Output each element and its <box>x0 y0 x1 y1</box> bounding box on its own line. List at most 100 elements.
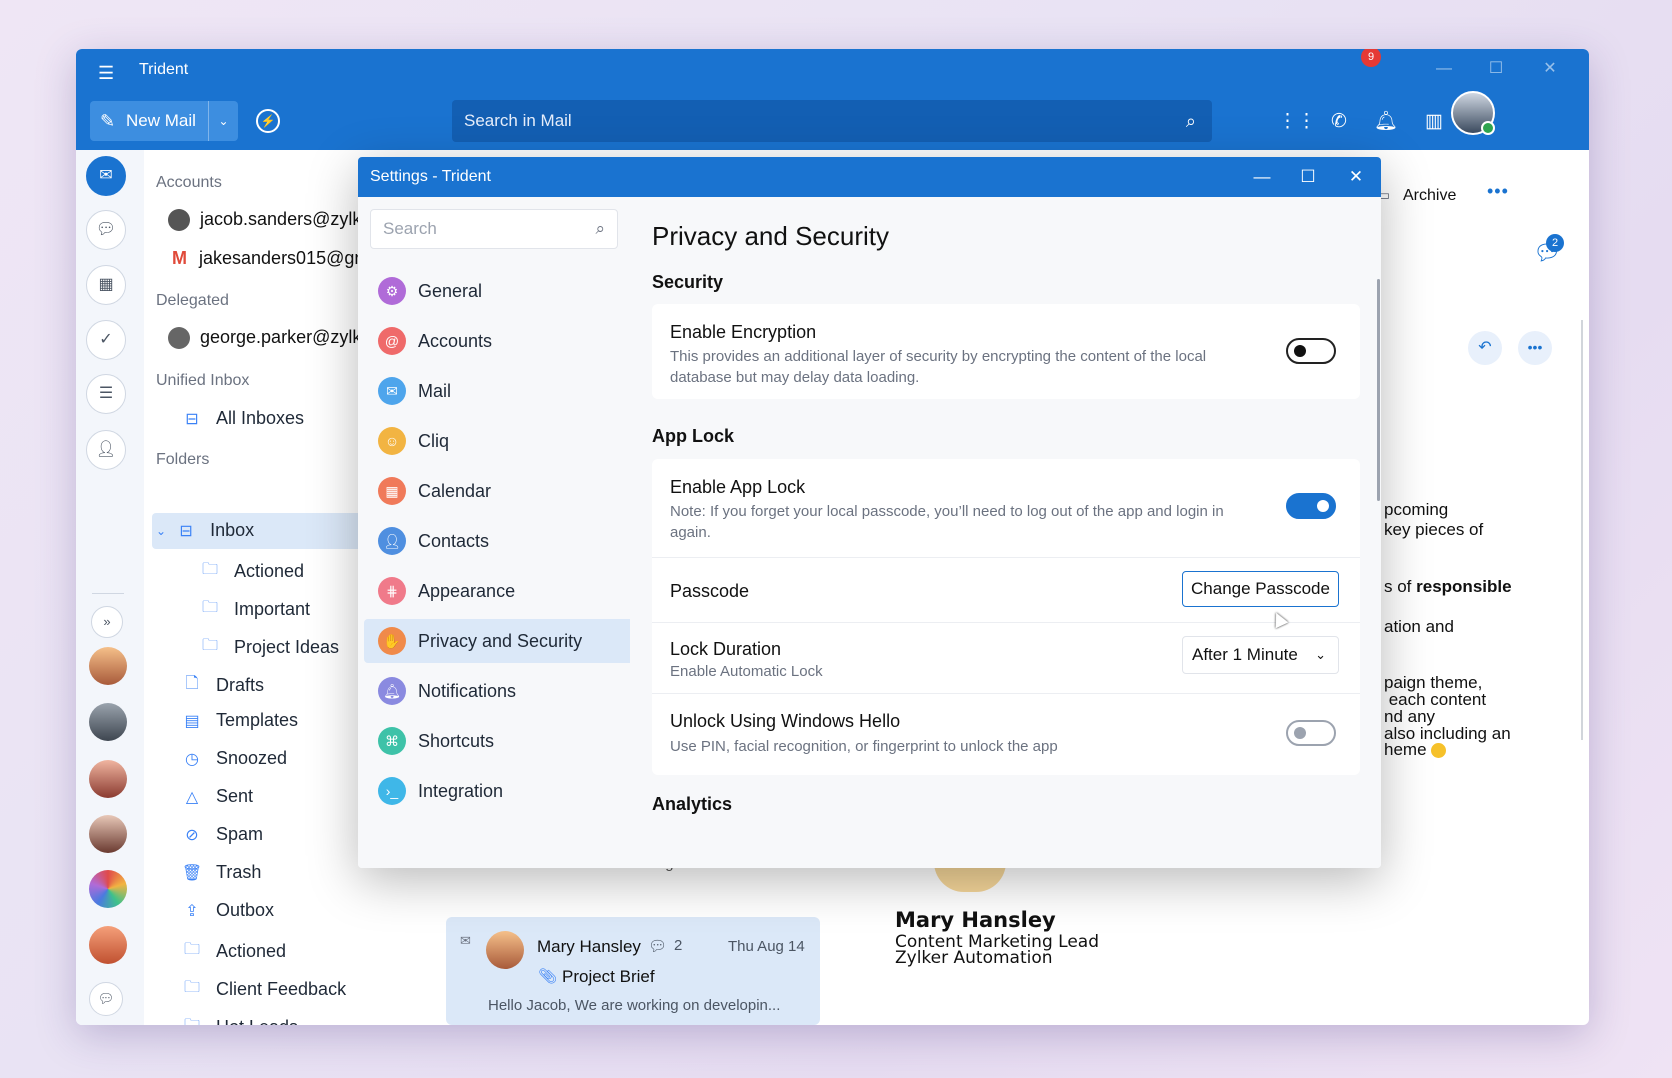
folder-label: Client Feedback <box>216 979 347 999</box>
mail-icon[interactable]: ✉ <box>86 156 126 196</box>
folder-icon: 🗀︎ <box>183 941 200 958</box>
app-lock-card: Enable App Lock Note: If you forget your… <box>652 459 1360 775</box>
avatar[interactable] <box>89 926 127 964</box>
chat-icon: ☺ <box>378 427 406 455</box>
folder-item[interactable]: 🗀︎ Important <box>198 596 310 623</box>
divider <box>652 622 1360 623</box>
nav-item-integration[interactable]: ›_ Integration <box>364 769 634 813</box>
bell-icon[interactable]: 🔔︎ <box>1373 109 1399 135</box>
encryption-toggle[interactable] <box>1286 338 1336 364</box>
chat-badge: 2 <box>1546 234 1564 252</box>
avatar[interactable] <box>89 815 127 853</box>
maximize-icon[interactable]: ☐ <box>1479 55 1513 83</box>
folder-item-inbox[interactable]: ⌄ ⊟ Inbox <box>156 520 254 541</box>
bolt-icon[interactable]: ⚡ <box>256 109 280 133</box>
folder-label: Spam <box>216 824 264 844</box>
reply-icon[interactable]: ↶ <box>1468 331 1502 365</box>
nav-label: Shortcuts <box>418 730 495 751</box>
settings-content: Privacy and Security Security Enable Enc… <box>630 197 1381 868</box>
account-item[interactable]: george.parker@zylk <box>168 327 361 350</box>
reading-scrollbar[interactable] <box>1581 320 1583 740</box>
notes-icon[interactable]: ☰ <box>86 374 126 414</box>
nav-item-contacts[interactable]: 👤︎ Contacts <box>364 519 634 563</box>
maximize-icon[interactable]: ☐ <box>1285 157 1331 197</box>
folder-label: Important <box>234 599 311 619</box>
folder-item[interactable]: 🗋︎ Drafts <box>180 672 264 699</box>
account-item[interactable]: jacob.sanders@zylk <box>168 209 361 232</box>
minimize-icon[interactable]: — <box>1427 55 1461 83</box>
nav-item-notifications[interactable]: 🔔︎ Notifications <box>364 669 634 713</box>
compose-icon: ✎ <box>100 110 116 131</box>
folder-item[interactable]: 🗀︎ Actioned <box>198 558 304 585</box>
mail-icon: ✉ <box>378 377 406 405</box>
more-options-icon[interactable]: ••• <box>1487 181 1509 202</box>
folder-item[interactable]: 🗀︎ Client Feedback <box>180 976 346 1003</box>
folder-item[interactable]: ◷ Snoozed <box>180 748 287 769</box>
inbox-icon: ⊟ <box>179 522 193 540</box>
avatar[interactable] <box>89 870 127 908</box>
chevron-down-icon: ⌄ <box>1315 647 1326 662</box>
avatar[interactable] <box>89 760 127 798</box>
folder-item[interactable]: ▤ Templates <box>180 710 298 731</box>
close-icon[interactable]: ✕ <box>1533 55 1567 83</box>
setting-title: Enable Encryption <box>670 322 817 342</box>
windows-hello-toggle[interactable] <box>1286 720 1336 746</box>
minimize-icon[interactable]: — <box>1239 157 1285 197</box>
settings-scrollbar[interactable] <box>1377 279 1380 501</box>
nav-item-cliq[interactable]: ☺ Cliq <box>364 419 634 463</box>
phone-icon[interactable]: ✆ <box>1326 109 1352 135</box>
search-input[interactable]: Search in Mail ⌕ <box>452 100 1212 142</box>
avatar[interactable] <box>89 647 127 685</box>
folders-heading: Folders <box>156 451 210 468</box>
new-mail-button[interactable]: ✎ New Mail ⌄ <box>90 101 238 141</box>
lock-duration-select[interactable]: After 1 Minute ⌄ <box>1182 636 1339 674</box>
settings-window-title: Settings - Trident <box>370 168 491 185</box>
folder-item[interactable]: 🗑︎ Trash <box>180 862 262 883</box>
expand-icon[interactable]: » <box>91 606 123 638</box>
folder-item[interactable]: ⇪ Outbox <box>180 900 274 921</box>
folder-item[interactable]: 🗀︎ Hot Leads <box>180 1014 298 1025</box>
attachment-icon: 📎︎ <box>538 968 558 985</box>
nav-item-shortcuts[interactable]: ⌘ Shortcuts <box>364 719 634 763</box>
menu-icon[interactable]: ☰ <box>98 63 120 83</box>
change-passcode-button[interactable]: Change Passcode <box>1182 571 1339 607</box>
settings-search-input[interactable]: Search ⌕ <box>370 209 618 249</box>
feedback-icon[interactable]: 💬︎ <box>89 982 123 1016</box>
chevron-down-icon[interactable]: ⌄ <box>208 101 238 141</box>
folder-item[interactable]: △ Sent <box>180 786 253 807</box>
folder-icon: 🗀︎ <box>183 979 200 996</box>
close-icon[interactable]: ✕ <box>1333 157 1379 197</box>
mail-list-item[interactable]: ✉ Mary Hansley 💬︎ 2 Thu Aug 14 📎︎ Projec… <box>446 917 820 1025</box>
contacts-icon[interactable]: 👤︎ <box>86 430 126 470</box>
nav-label: Mail <box>418 380 452 401</box>
nav-item-privacy-security[interactable]: ✋ Privacy and Security <box>364 619 634 663</box>
nav-item-appearance[interactable]: ⋕ Appearance <box>364 569 634 613</box>
avatar[interactable] <box>89 703 127 741</box>
apps-grid-icon[interactable]: ⋮⋮ <box>1278 109 1316 135</box>
nav-item-calendar[interactable]: ▦ Calendar <box>364 469 634 513</box>
chevron-down-icon[interactable]: ⌄ <box>156 524 166 538</box>
setting-title: Unlock Using Windows Hello <box>670 711 901 731</box>
all-inboxes-item[interactable]: ⊟ All Inboxes <box>180 408 304 429</box>
folder-item[interactable]: ⊘ Spam <box>180 824 263 845</box>
archive-button[interactable]: Archive <box>1403 187 1456 205</box>
nav-item-general[interactable]: ⚙ General <box>364 269 634 313</box>
nav-item-accounts[interactable]: @ Accounts <box>364 319 634 363</box>
calendar-icon[interactable]: ▦ <box>86 265 126 305</box>
nav-item-mail[interactable]: ✉ Mail <box>364 369 634 413</box>
search-icon[interactable]: ⌕ <box>1186 100 1196 142</box>
panel-icon[interactable]: ▥ <box>1421 109 1447 135</box>
more-options-icon[interactable]: ••• <box>1518 331 1552 365</box>
folder-item[interactable]: 🗀︎ Actioned <box>180 938 286 965</box>
folder-item[interactable]: 🗀︎ Project Ideas <box>198 634 339 661</box>
avatar[interactable] <box>1451 91 1495 135</box>
folder-icon: 🗀︎ <box>201 637 218 654</box>
app-lock-toggle[interactable] <box>1286 493 1336 519</box>
account-item[interactable]: Mjakesanders015@gn <box>168 248 364 269</box>
chat-icon[interactable]: 💬︎ <box>86 210 126 250</box>
calendar-icon: ▦ <box>378 477 406 505</box>
mail-body-fragment: key pieces of <box>1384 520 1484 539</box>
tasks-icon[interactable]: ✓ <box>86 320 126 360</box>
setting-title: Enable App Lock <box>670 477 806 497</box>
rail-divider <box>92 593 124 594</box>
